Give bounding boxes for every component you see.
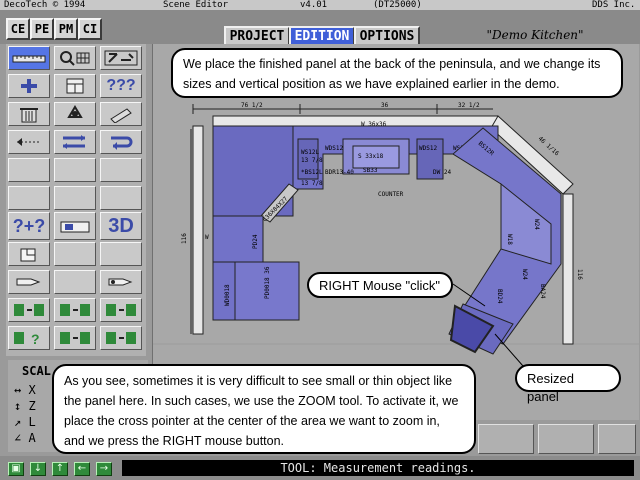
label-wds12-a: WDS12 [325, 145, 343, 152]
dotted-arrow-icon[interactable] [8, 130, 50, 154]
pencil-icon[interactable] [100, 102, 142, 126]
view-3d-icon[interactable]: 3D [100, 212, 142, 240]
ce-button[interactable]: CE [6, 18, 30, 40]
label-ws12l: WS12L [301, 149, 319, 156]
empty-slot [8, 186, 50, 210]
label-pd0018: PD0018 36 [264, 266, 271, 299]
corner-icon[interactable] [8, 242, 50, 266]
top-toolbar: CE PE PM CI PROJECT EDITION OPTIONS "Dem… [0, 10, 640, 48]
hand-pointer-icon[interactable] [8, 270, 50, 294]
nav-left-button[interactable]: ← [74, 462, 90, 476]
dim-top-mid: 36 [381, 102, 389, 109]
empty-slot [100, 158, 142, 182]
counter-label: COUNTER [378, 191, 404, 198]
empty-slot [54, 270, 96, 294]
label-w24-a: W24 [533, 219, 540, 230]
nav-right-button[interactable]: → [96, 462, 112, 476]
label-wd0018: WD0018 [224, 284, 231, 306]
trash-icon[interactable] [8, 102, 50, 126]
tool-palette: ??? ?+? 3D ? [6, 44, 146, 356]
label-sink: S 33x18 [358, 153, 384, 160]
pm-button[interactable]: PM [54, 18, 78, 40]
cabinet-icon[interactable] [54, 74, 96, 98]
scale-row-a[interactable]: ∠ A [14, 430, 36, 446]
pe-button[interactable]: PE [30, 18, 54, 40]
label-dim-13-a: 13 7/8 [301, 157, 323, 164]
label-bs12l: *BS12L [301, 169, 323, 176]
dim-top-left: 76 1/2 [241, 102, 263, 109]
return-icon[interactable] [100, 130, 142, 154]
empty-slot [54, 242, 96, 266]
info-bubble-click: RIGHT Mouse "click" [307, 272, 453, 298]
scale-row-z[interactable]: ↕ Z [14, 398, 36, 414]
ruler-icon[interactable] [8, 46, 50, 70]
question-marks-icon[interactable]: ??? [100, 74, 142, 98]
build-code: (DT25000) [373, 0, 422, 10]
nav-home-button[interactable]: ▣ [8, 462, 24, 476]
app-name: DecoTech © 1994 [4, 0, 86, 10]
svg-text:?: ? [31, 331, 40, 347]
empty-slot [54, 158, 96, 182]
floorplan-icon[interactable] [54, 212, 96, 240]
empty-slot [8, 158, 50, 182]
ci-button[interactable]: CI [78, 18, 102, 40]
plus-icon[interactable] [8, 74, 50, 98]
label-wds12-b: WDS12 [419, 145, 437, 152]
dim-top-right: 32 1/2 [458, 102, 480, 109]
grid-question-icon[interactable]: ? [8, 326, 50, 350]
label-w36: W 36x36 [361, 121, 387, 128]
empty-slot [100, 242, 142, 266]
company-name: DDS Inc. [592, 0, 636, 10]
info-bubble-top: We place the finished panel at the back … [171, 48, 623, 98]
label-w18: W18 [506, 234, 513, 245]
label-bdr13: BDR13-40 [325, 169, 354, 176]
title-bar: DecoTech © 1994 Scene Editor v4.01 (DT25… [0, 0, 640, 10]
info-bubble-resized: Resized panel [515, 364, 621, 404]
scale-title: SCAL [22, 364, 51, 378]
view-slot[interactable] [478, 424, 534, 454]
status-bar: ▣ ↓ ↑ ← → TOOL: Measurement readings. [0, 456, 640, 480]
label-ba24: BA24 [539, 284, 546, 299]
grid-to-grid-icon[interactable] [100, 298, 142, 322]
empty-slot [100, 186, 142, 210]
grid-to-grid-icon[interactable] [54, 326, 96, 350]
grid-to-grid-icon[interactable] [100, 326, 142, 350]
grid-to-grid-icon[interactable] [54, 298, 96, 322]
grid-to-grid-icon[interactable] [8, 298, 50, 322]
hand-pointer-right-icon[interactable] [100, 270, 142, 294]
empty-slot [54, 186, 96, 210]
view-slot[interactable] [538, 424, 594, 454]
editor-name: Scene Editor [163, 0, 229, 10]
nav-up-button[interactable]: ↑ [52, 462, 68, 476]
label-pd24: PD24 [252, 234, 259, 249]
label-dw24: DW 24 [433, 169, 451, 176]
scale-row-x[interactable]: ↔ X [14, 382, 36, 398]
label-sb33: SB33 [363, 167, 378, 174]
label-w24-b: W24 [521, 269, 528, 280]
exchange-icon[interactable] [54, 130, 96, 154]
label-bd24: BD24 [496, 289, 503, 304]
help-plus-icon[interactable]: ?+? [8, 212, 50, 240]
recycle-icon[interactable] [54, 102, 96, 126]
nav-down-button[interactable]: ↓ [30, 462, 46, 476]
wall-label-left: W [205, 234, 209, 241]
scale-row-l[interactable]: ↗ L [14, 414, 36, 430]
info-bubble-bottom: As you see, sometimes it is very difficu… [52, 364, 476, 454]
zoom-grid-icon[interactable] [54, 46, 96, 70]
expand-view-icon[interactable] [100, 46, 142, 70]
version: v4.01 [300, 0, 328, 10]
label-dim-13-b: 13 7/8 [301, 180, 323, 187]
dim-right: 116 [576, 269, 583, 280]
project-title: "Demo Kitchen" [486, 28, 584, 42]
dim-left: 116 [181, 233, 188, 244]
status-text: TOOL: Measurement readings. [122, 460, 634, 476]
view-slot[interactable] [598, 424, 636, 454]
